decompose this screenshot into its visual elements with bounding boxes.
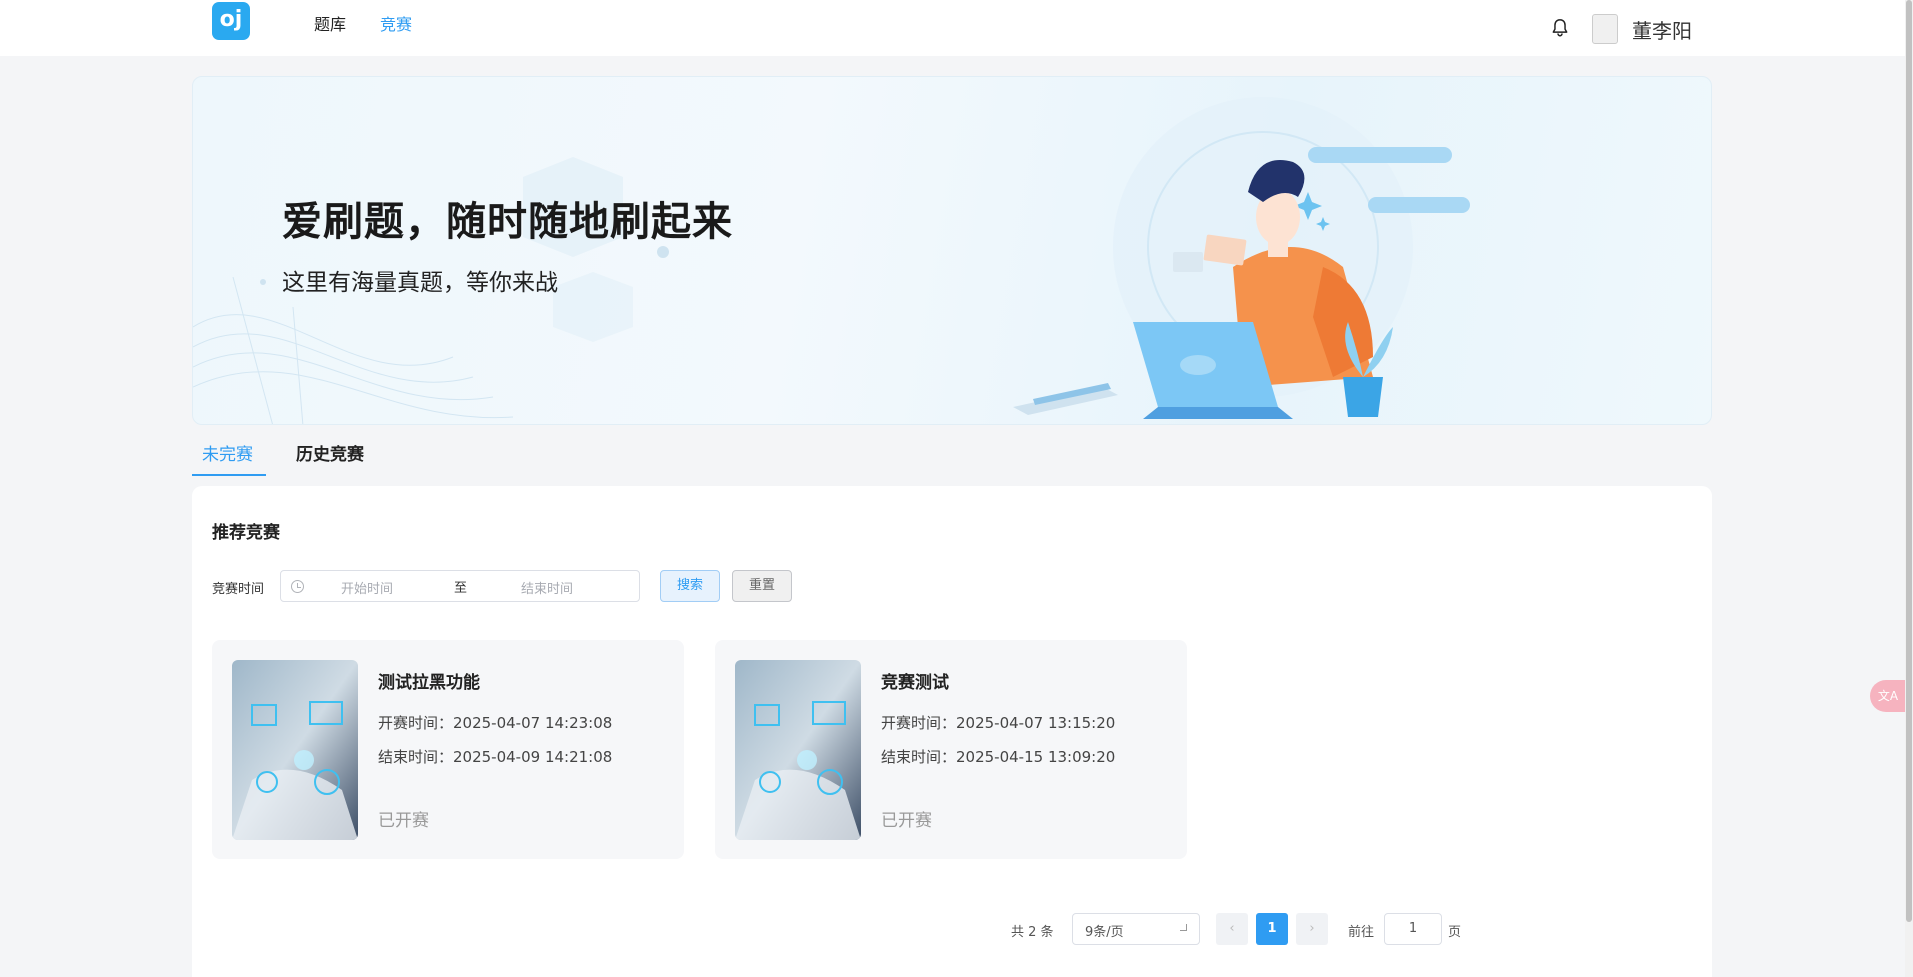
- page-size-value: 9条/页: [1085, 925, 1124, 940]
- contest-card[interactable]: 竞赛测试 开赛时间：2025-04-07 13:15:20 结束时间：2025-…: [715, 640, 1187, 859]
- hero-banner: 爱刷题，随时随地刷起来 这里有海量真题，等你来战: [192, 76, 1712, 425]
- clock-icon: [291, 580, 304, 593]
- contest-thumbnail: [735, 660, 861, 840]
- prev-page-button[interactable]: ‹: [1216, 913, 1248, 945]
- contest-end-time: 结束时间：2025-04-09 14:21:08: [378, 748, 613, 766]
- contest-card[interactable]: 测试拉黑功能 开赛时间：2025-04-07 14:23:08 结束时间：202…: [212, 640, 684, 859]
- end-time-input[interactable]: 结束时间: [521, 578, 573, 597]
- range-separator: 至: [454, 581, 468, 596]
- banner-title: 爱刷题，随时随地刷起来: [282, 199, 733, 245]
- banner-subtitle: 这里有海量真题，等你来战: [282, 270, 558, 296]
- page-number-current[interactable]: 1: [1256, 913, 1288, 945]
- username[interactable]: 董李阳: [1632, 15, 1692, 44]
- translate-icon[interactable]: 文A: [1870, 680, 1906, 712]
- nav-item-problems[interactable]: 题库: [314, 11, 346, 35]
- nav-item-contests[interactable]: 竞赛: [380, 11, 412, 35]
- search-button[interactable]: 搜索: [660, 570, 720, 602]
- contest-start-time: 开赛时间：2025-04-07 13:15:20: [881, 714, 1116, 732]
- scrollbar-thumb[interactable]: [1906, 0, 1912, 922]
- programmer-illustration: [1013, 97, 1470, 419]
- contest-panel: 推荐竞赛 竞赛时间 开始时间 至 结束时间 搜索 重置 测试拉黑功能 开赛时间：…: [192, 486, 1712, 977]
- contest-name: 竞赛测试: [881, 673, 949, 693]
- contest-name: 测试拉黑功能: [378, 673, 480, 693]
- contest-status: 已开赛: [378, 811, 429, 831]
- date-range-picker[interactable]: 开始时间 至 结束时间: [280, 570, 640, 602]
- avatar[interactable]: [1592, 14, 1618, 44]
- top-header: oj 题库 竞赛 董李阳: [0, 0, 1905, 56]
- page-scrollbar[interactable]: [1905, 0, 1913, 977]
- contest-status: 已开赛: [881, 811, 932, 831]
- reset-button[interactable]: 重置: [732, 570, 792, 602]
- goto-suffix: 页: [1448, 925, 1462, 940]
- bell-icon[interactable]: [1549, 17, 1571, 39]
- page-size-select[interactable]: 9条/页: [1072, 913, 1200, 945]
- contest-start-time: 开赛时间：2025-04-07 14:23:08: [378, 714, 613, 732]
- tab-history[interactable]: 历史竞赛: [296, 440, 364, 465]
- pagination-total: 共 2 条: [1011, 925, 1054, 940]
- goto-prefix: 前往: [1348, 925, 1375, 940]
- filter-label: 竞赛时间: [212, 582, 265, 597]
- active-tab-indicator: [192, 474, 266, 476]
- contest-thumbnail: [232, 660, 358, 840]
- section-title: 推荐竞赛: [212, 523, 280, 543]
- contest-end-time: 结束时间：2025-04-15 13:09:20: [881, 748, 1116, 766]
- next-page-button[interactable]: ›: [1296, 913, 1328, 945]
- tab-unfinished[interactable]: 未完赛: [202, 440, 253, 465]
- goto-page-input[interactable]: 1: [1384, 913, 1442, 945]
- site-logo[interactable]: oj: [212, 2, 250, 40]
- chevron-down-icon: [1180, 924, 1187, 931]
- banner-decoration: [193, 157, 669, 424]
- start-time-input[interactable]: 开始时间: [341, 578, 393, 597]
